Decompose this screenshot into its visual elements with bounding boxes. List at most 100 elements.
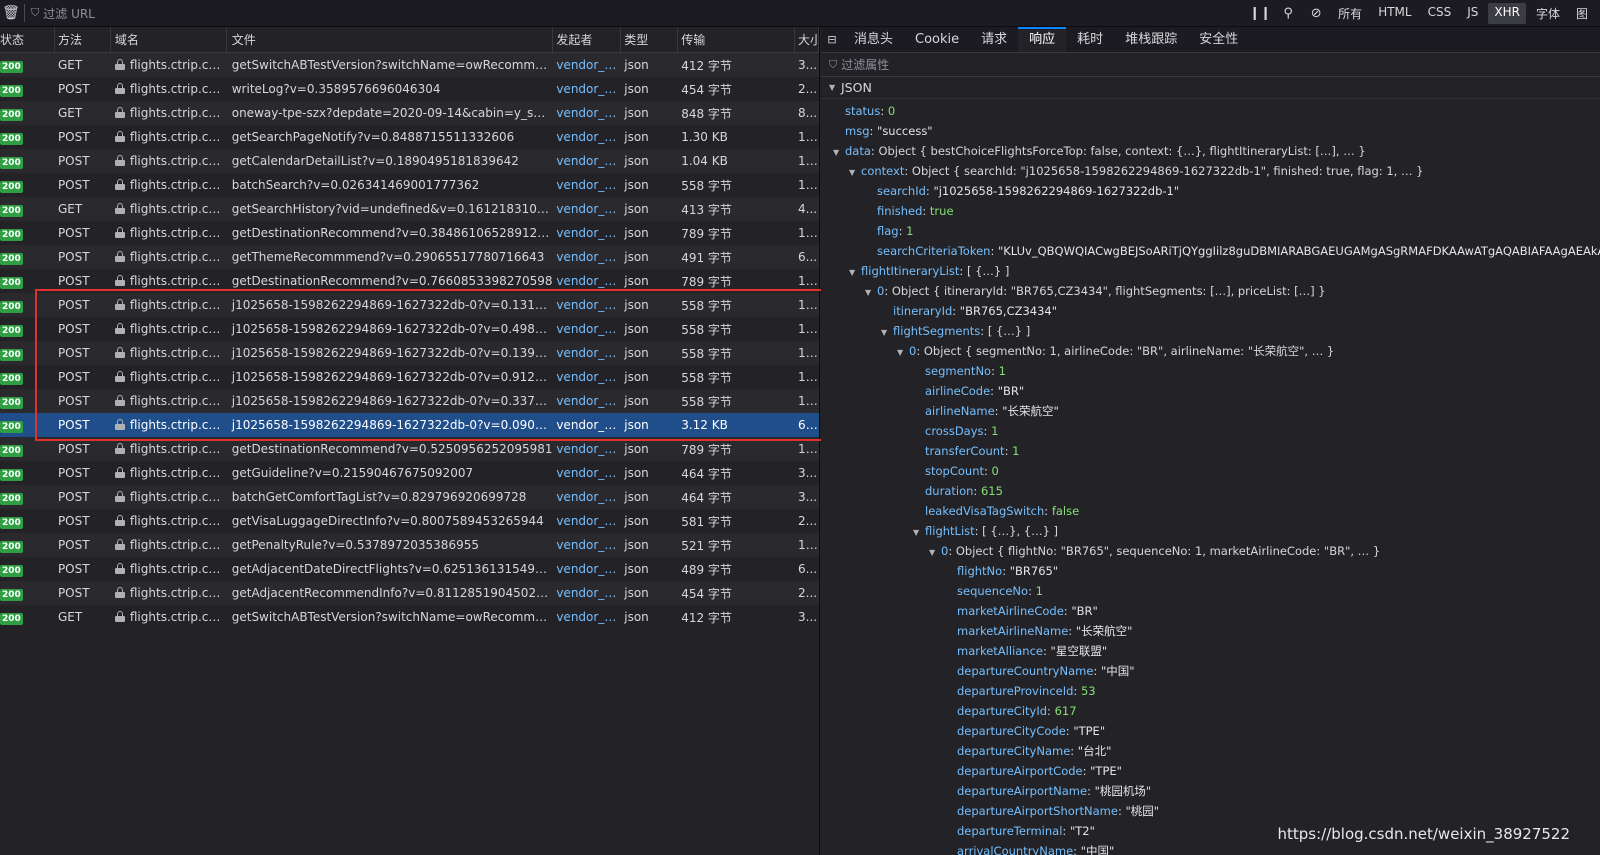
json-row[interactable]: ▼ 0: Object { flightNo: "BR765", sequence… xyxy=(821,541,1600,561)
json-row[interactable]: ▼ flightItineraryList: [ {…} ] xyxy=(821,261,1600,281)
json-row[interactable]: ▼ context: Object { searchId: "j1025658-1… xyxy=(821,161,1600,181)
type-cell: json xyxy=(624,322,649,336)
table-row[interactable]: 200 POST flights.ctrip.com batchGetComfortT… xyxy=(0,485,819,509)
initiator-link[interactable]: vendor_b... xyxy=(553,322,621,336)
column-header-size[interactable]: 大小 xyxy=(795,27,819,52)
method-cell: POST xyxy=(57,346,90,360)
initiator-link[interactable]: vendor_b... xyxy=(553,418,621,432)
initiator-link[interactable]: vendor_b... xyxy=(553,82,621,96)
initiator-link[interactable]: vendor_b... xyxy=(553,178,621,192)
type-filter-5[interactable]: 字体 xyxy=(1530,3,1566,24)
column-header-initiator[interactable]: 发起者 xyxy=(553,27,622,52)
initiator-link[interactable]: vendor_b... xyxy=(553,586,621,600)
tab-3[interactable]: 响应 xyxy=(1018,27,1067,52)
initiator-link[interactable]: vendor_b... xyxy=(553,538,621,552)
initiator-link[interactable]: vendor_b... xyxy=(553,442,621,456)
url-filter-input[interactable]: ⛉ 过滤 URL xyxy=(31,5,1246,22)
table-row[interactable]: 200 POST flights.ctrip.com j1025658-1598262… xyxy=(0,365,819,389)
initiator-link[interactable]: vendor_b... xyxy=(553,490,621,504)
table-row[interactable]: 200 POST flights.ctrip.com getSearchPageNot… xyxy=(0,125,819,149)
table-row[interactable]: 200 POST flights.ctrip.com getAdjacentRecom… xyxy=(0,581,819,605)
table-row[interactable]: 200 POST flights.ctrip.com getAdjacentDateD… xyxy=(0,557,819,581)
column-header-status[interactable]: 状态 xyxy=(0,27,55,52)
table-row[interactable]: 200 POST flights.ctrip.com getDestinationRe… xyxy=(0,437,819,461)
tab-5[interactable]: 堆栈跟踪 xyxy=(1114,27,1188,52)
table-row[interactable]: 200 POST flights.ctrip.com j1025658-1598262… xyxy=(0,317,819,341)
type-filter-4[interactable]: XHR xyxy=(1488,2,1526,24)
table-row[interactable]: 200 POST flights.ctrip.com j1025658-1598262… xyxy=(0,341,819,365)
table-row[interactable]: 200 POST flights.ctrip.com getCalendarDetai… xyxy=(0,149,819,173)
column-header-method[interactable]: 方法 xyxy=(55,27,111,52)
initiator-link[interactable]: vendor_b... xyxy=(553,298,621,312)
request-list-header: 状态 方法 域名 文件 发起者 类型 传输 大小 xyxy=(0,27,819,53)
file-cell: getSwitchABTestVersion?switchName=owReco… xyxy=(231,58,554,72)
table-row[interactable]: 200 GET flights.ctrip.com getSearchHistory?… xyxy=(0,197,819,221)
tab-1[interactable]: Cookie xyxy=(904,27,970,52)
json-value: "中国" xyxy=(1080,844,1115,855)
table-row[interactable]: 200 POST flights.ctrip.com j1025658-1598262… xyxy=(0,413,819,437)
json-row[interactable]: ▼ 0: Object { itineraryId: "BR765,CZ3434"… xyxy=(821,281,1600,301)
table-row[interactable]: 200 GET flights.ctrip.com oneway-tpe-szx?de… xyxy=(0,101,819,125)
table-row[interactable]: 200 POST flights.ctrip.com getGuideline?v=0… xyxy=(0,461,819,485)
json-key: flightNo xyxy=(957,564,1003,578)
search-icon[interactable]: ⚲ xyxy=(1274,6,1302,21)
table-row[interactable]: 200 POST flights.ctrip.com writeLog?v=0.358… xyxy=(0,77,819,101)
panel-toggle-icon[interactable]: ⊟ xyxy=(821,27,843,52)
table-row[interactable]: 200 POST flights.ctrip.com j1025658-1598262… xyxy=(0,293,819,317)
json-row[interactable]: ▼ data: Object { bestChoiceFlightsForceTo… xyxy=(821,141,1600,161)
json-row[interactable]: ▼ flightList: [ {…}, {…} ] xyxy=(821,521,1600,541)
table-row[interactable]: 200 POST flights.ctrip.com batchSearch?v=0.… xyxy=(0,173,819,197)
property-filter-input[interactable]: ⛉ 过滤属性 xyxy=(821,53,1600,77)
table-row[interactable]: 200 POST flights.ctrip.com getThemeRecommme… xyxy=(0,245,819,269)
type-filter-3[interactable]: JS xyxy=(1461,3,1484,24)
type-filter-1[interactable]: HTML xyxy=(1372,3,1417,24)
table-row[interactable]: 200 POST flights.ctrip.com getVisaLuggageDi… xyxy=(0,509,819,533)
trash-icon[interactable]: 🗑 xyxy=(0,0,22,27)
tab-0[interactable]: 消息头 xyxy=(843,27,904,52)
initiator-link[interactable]: vendor_b... xyxy=(553,562,621,576)
initiator-link[interactable]: vendor_b... xyxy=(553,58,621,72)
table-row[interactable]: 200 POST flights.ctrip.com getDestinationRe… xyxy=(0,221,819,245)
json-key: departureCityCode xyxy=(957,724,1066,738)
initiator-link[interactable]: vendor_b... xyxy=(553,274,621,288)
json-colon: : xyxy=(1073,844,1081,855)
initiator-link[interactable]: vendor_b... xyxy=(553,226,621,240)
initiator-link[interactable]: vendor_b... xyxy=(553,610,621,624)
file-cell: getAdjacentRecommendInfo?v=0.81128519045… xyxy=(231,586,554,600)
pause-icon[interactable]: ❙❙ xyxy=(1246,6,1274,21)
json-row[interactable]: ▼ 0: Object { segmentNo: 1, airlineCode: … xyxy=(821,341,1600,361)
initiator-link[interactable]: vendor_b... xyxy=(553,202,621,216)
type-filter-0[interactable]: 所有 xyxy=(1332,3,1368,24)
initiator-link[interactable]: vendor_b... xyxy=(553,106,621,120)
initiator-link[interactable]: vendor_b... xyxy=(553,346,621,360)
status-badge: 200 xyxy=(0,444,23,457)
column-header-domain[interactable]: 域名 xyxy=(111,27,227,52)
table-row[interactable]: 200 POST flights.ctrip.com getPenaltyRule?v… xyxy=(0,533,819,557)
json-section-header[interactable]: ▼ JSON xyxy=(821,77,1600,99)
initiator-link[interactable]: vendor_b... xyxy=(553,466,621,480)
type-cell: json xyxy=(624,82,649,96)
json-row[interactable]: ▼ flightSegments: [ {…} ] xyxy=(821,321,1600,341)
tab-2[interactable]: 请求 xyxy=(970,27,1018,52)
initiator-link[interactable]: vendor_b... xyxy=(553,514,621,528)
type-filter-6[interactable]: 图 xyxy=(1570,3,1594,24)
initiator-link[interactable]: vendor_b... xyxy=(553,250,621,264)
type-filter-2[interactable]: CSS xyxy=(1422,3,1458,24)
table-row[interactable]: 200 GET flights.ctrip.com getSwitchABTestVe… xyxy=(0,53,819,77)
initiator-link[interactable]: vendor_b... xyxy=(553,370,621,384)
initiator-link[interactable]: vendor_b... xyxy=(553,394,621,408)
table-row[interactable]: 200 GET flights.ctrip.com getSwitchABTestVe… xyxy=(0,605,819,629)
table-row[interactable]: 200 POST flights.ctrip.com getDestinationRe… xyxy=(0,269,819,293)
column-header-transferred[interactable]: 传输 xyxy=(678,27,796,52)
initiator-link[interactable]: vendor_b... xyxy=(553,154,621,168)
block-icon[interactable]: ⊘ xyxy=(1302,6,1330,21)
tab-4[interactable]: 耗时 xyxy=(1066,27,1114,52)
json-key: finished xyxy=(877,204,923,218)
file-cell: getSearchHistory?vid=undefined&v=0.16121… xyxy=(231,202,554,216)
tab-6[interactable]: 安全性 xyxy=(1188,27,1249,52)
column-header-type[interactable]: 类型 xyxy=(621,27,679,52)
initiator-link[interactable]: vendor_b... xyxy=(553,130,621,144)
status-cell: 200 xyxy=(0,130,55,145)
column-header-file[interactable]: 文件 xyxy=(227,27,554,52)
table-row[interactable]: 200 POST flights.ctrip.com j1025658-1598262… xyxy=(0,389,819,413)
